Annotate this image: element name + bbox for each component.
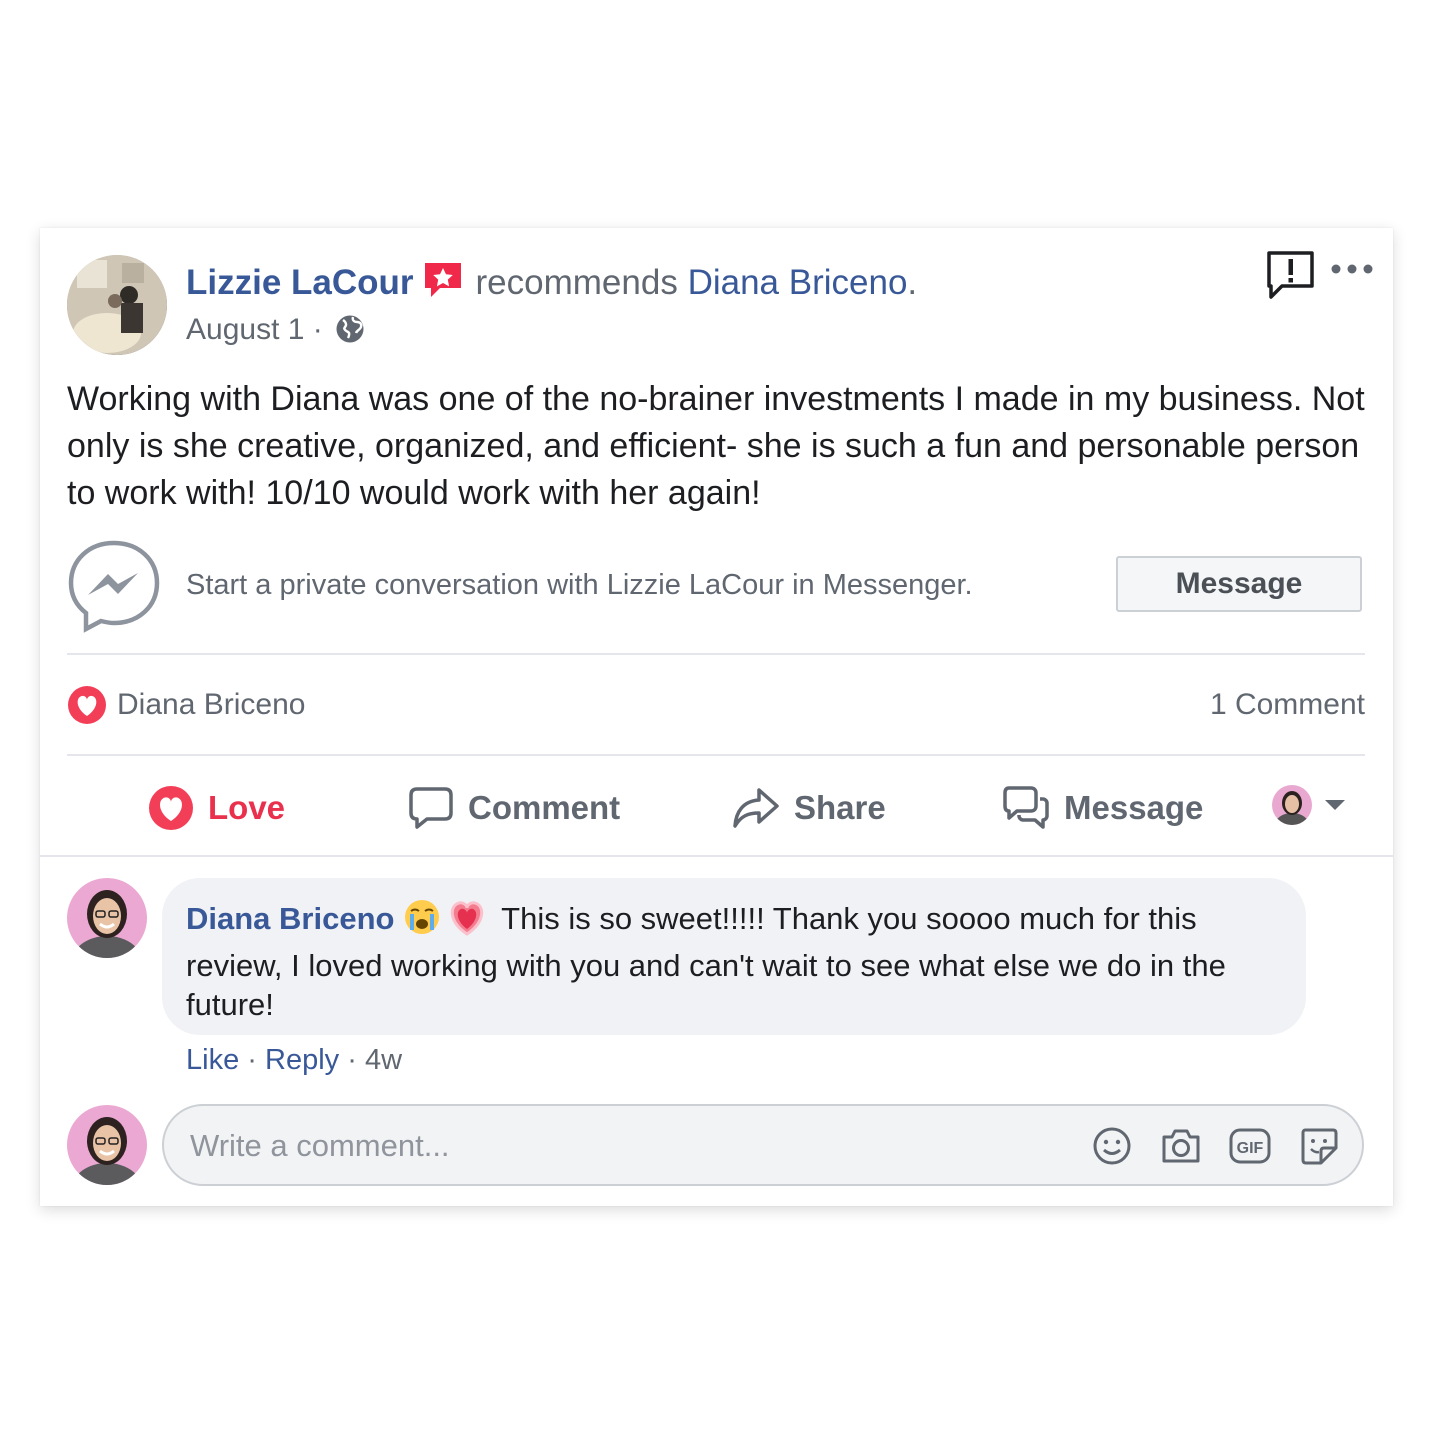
comment-input-placeholder: Write a comment...: [190, 1128, 450, 1163]
comment-reply-link[interactable]: Reply: [265, 1044, 339, 1076]
camera-icon[interactable]: [1160, 1126, 1202, 1171]
comment-body: Diana Briceno This is so sweet!!!!! Than…: [186, 898, 1282, 1025]
chevron-down-icon: [1325, 800, 1345, 810]
messenger-icon: [67, 539, 161, 638]
comment-label: Comment: [468, 789, 621, 826]
comment-author-name[interactable]: Diana Briceno: [186, 901, 394, 936]
reactor-name[interactable]: Diana Briceno: [117, 685, 305, 725]
comments-divider: [40, 855, 1393, 857]
composer-avatar: [67, 1105, 147, 1185]
recommended-page-link[interactable]: Diana Briceno: [688, 263, 908, 302]
recommended-suffix: .: [907, 263, 918, 302]
comment-age[interactable]: 4w: [365, 1044, 402, 1076]
comment-input[interactable]: Write a comment... GIF: [162, 1104, 1364, 1186]
comment-author-avatar[interactable]: [67, 878, 147, 958]
avatar: [1272, 785, 1312, 825]
meta-separator: ·: [312, 313, 323, 346]
message-button[interactable]: Message: [1002, 783, 1203, 833]
message-label: Message: [1064, 789, 1204, 826]
message-icon: [1003, 786, 1049, 829]
heart-emoji-icon: [445, 898, 489, 946]
author-avatar[interactable]: [67, 255, 167, 355]
post-date[interactable]: August 1: [186, 313, 304, 346]
comment-count[interactable]: 1 Comment: [1210, 685, 1365, 725]
share-icon: [733, 788, 779, 828]
report-icon[interactable]: [1266, 250, 1316, 305]
comment-actions: Like · Reply · 4w: [186, 1040, 402, 1080]
sticker-icon[interactable]: [1299, 1126, 1339, 1171]
comment-icon: [409, 787, 453, 829]
messenger-message-button[interactable]: Message: [1116, 556, 1362, 612]
svg-text:GIF: GIF: [1237, 1140, 1264, 1157]
smiley-icon[interactable]: [1092, 1126, 1132, 1171]
post-header: Lizzie LaCour recommends Diana Briceno.: [186, 260, 917, 311]
love-heart-icon: [149, 786, 193, 830]
divider: [67, 653, 1365, 655]
gif-icon[interactable]: GIF: [1229, 1126, 1271, 1171]
post-card: Lizzie LaCour recommends Diana Briceno. A…: [40, 228, 1393, 1206]
love-reaction-icon[interactable]: [67, 685, 107, 730]
more-options-icon[interactable]: [1330, 262, 1374, 281]
globe-icon[interactable]: [335, 314, 365, 355]
post-as-selector[interactable]: [1272, 785, 1346, 825]
share-button[interactable]: Share: [732, 783, 886, 833]
crying-emoji-icon: [403, 898, 441, 946]
messenger-prompt: Start a private conversation with Lizzie…: [186, 569, 973, 601]
love-label: Love: [208, 789, 286, 826]
post-body: Working with Diana was one of the no-bra…: [67, 380, 1365, 512]
comment-like-link[interactable]: Like: [186, 1044, 239, 1076]
comment-separator: ·: [247, 1044, 257, 1076]
recommendation-star-icon: [422, 260, 464, 311]
divider: [67, 754, 1365, 756]
comment-bubble: Diana Briceno This is so sweet!!!!! Than…: [162, 878, 1306, 1035]
share-label: Share: [794, 789, 886, 826]
author-name-link[interactable]: Lizzie LaCour: [186, 263, 414, 302]
recommends-verb: recommends: [475, 263, 678, 302]
comment-button[interactable]: Comment: [408, 783, 620, 833]
post-meta: August 1 ·: [186, 310, 365, 355]
comment-separator: ·: [347, 1044, 357, 1076]
love-button[interactable]: Love: [148, 783, 285, 833]
